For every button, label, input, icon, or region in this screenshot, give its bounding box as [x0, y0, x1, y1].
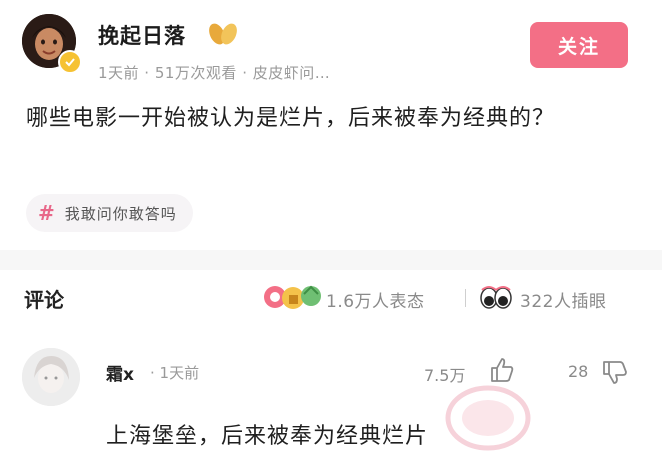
comments-title: 评论	[24, 288, 64, 312]
separator	[465, 289, 466, 307]
commenter-name[interactable]: 霜x	[106, 360, 134, 385]
leaf-badge-icon	[206, 20, 240, 46]
topic-tag[interactable]: # 我敢问你敢答吗	[26, 194, 193, 232]
eyes-count[interactable]: 322人插眼	[520, 287, 606, 312]
like-count[interactable]: 7.5万	[424, 362, 465, 386]
thumb-up-icon[interactable]	[488, 356, 516, 384]
comment-time: · 1天前	[150, 364, 200, 382]
thumb-down-icon[interactable]	[600, 358, 630, 386]
post-meta: 1天前 · 51万次观看 · 皮皮虾问…	[98, 64, 331, 82]
commenter-avatar[interactable]	[22, 348, 80, 406]
stamp-watermark	[440, 378, 536, 452]
section-divider	[0, 250, 662, 270]
question-text: 哪些电影一开始被认为是烂片，后来被奉为经典的？	[26, 106, 556, 131]
comment-text: 上海堡垒，后来被奉为经典烂片	[106, 424, 429, 449]
verified-badge-icon	[58, 50, 82, 74]
hashtag-icon: #	[38, 201, 55, 225]
eyes-icon[interactable]	[478, 282, 514, 312]
follow-button[interactable]: 关注	[530, 22, 628, 68]
reaction-icons[interactable]	[262, 282, 324, 312]
topic-label: 我敢问你敢答吗	[64, 204, 177, 223]
author-name[interactable]: 挽起日落	[98, 20, 186, 50]
dislike-count[interactable]: 28	[568, 362, 588, 381]
reaction-count[interactable]: 1.6万人表态	[326, 287, 425, 312]
